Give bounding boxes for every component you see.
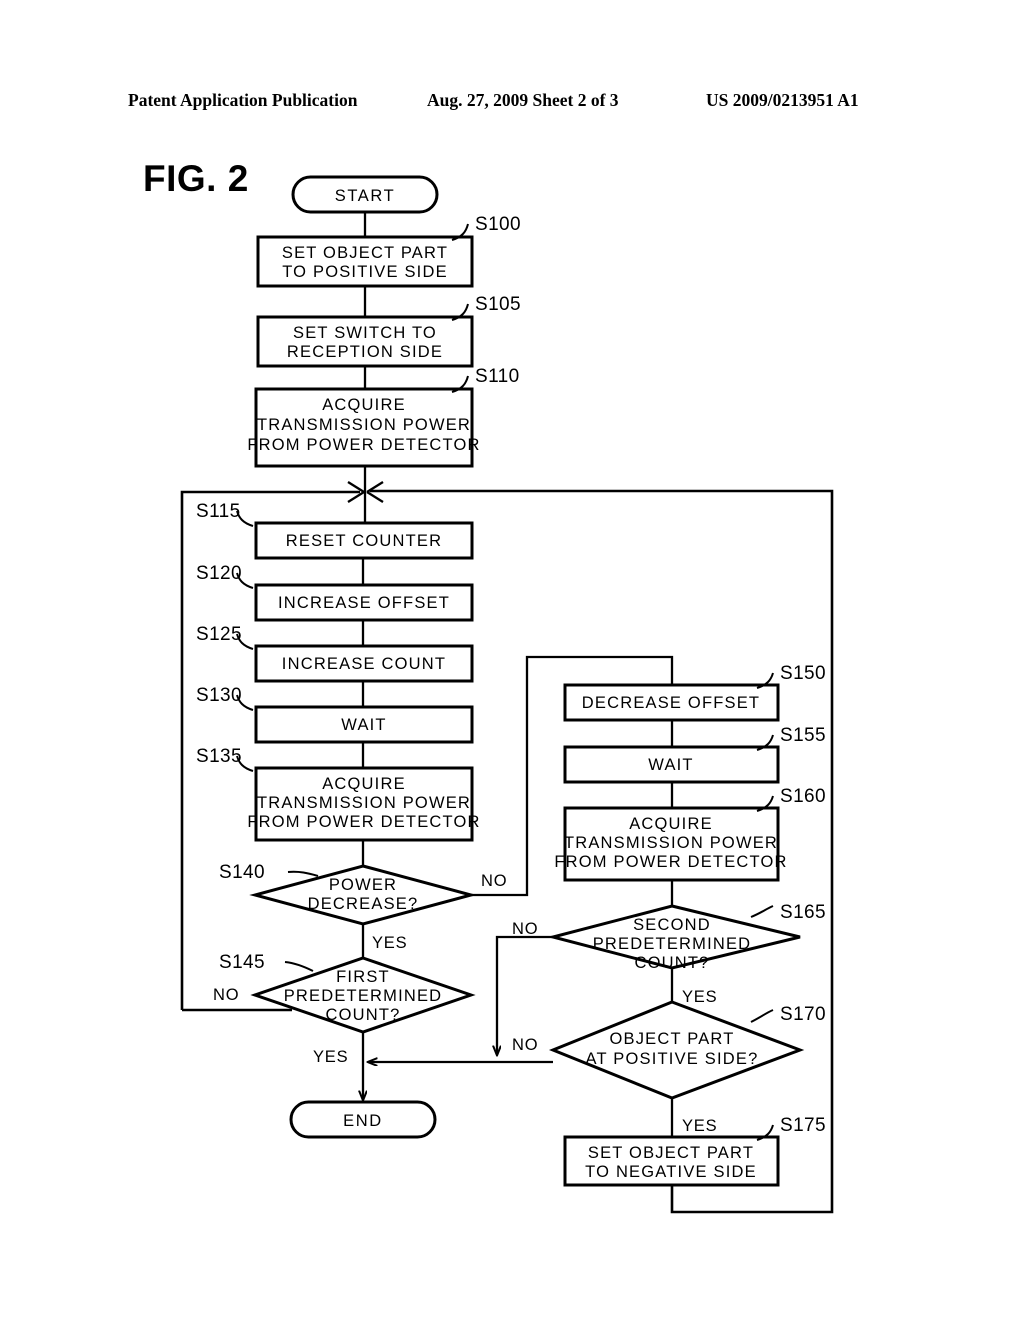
node-s145-line-2: PREDETERMINED	[284, 987, 443, 1005]
node-s100-line-1: SET OBJECT PART	[282, 244, 448, 262]
node-s135: ACQUIRE TRANSMISSION POWER FROM POWER DE…	[247, 766, 480, 842]
patent-page: Patent Application Publication Aug. 27, …	[0, 0, 1024, 1320]
step-label-s175: S175	[780, 1115, 826, 1136]
node-end: END	[289, 1100, 437, 1139]
node-s100: SET OBJECT PART TO POSITIVE SIDE	[256, 235, 474, 288]
node-s155: WAIT	[563, 745, 780, 784]
node-s145-line-1: FIRST	[336, 968, 390, 986]
node-s170-line-1: OBJECT PART	[609, 1030, 734, 1048]
step-label-s115: S115	[196, 501, 241, 522]
node-s175-line-2: TO NEGATIVE SIDE	[585, 1163, 757, 1181]
step-label-s110: S110	[475, 366, 520, 387]
step-label-s125: S125	[196, 624, 242, 645]
step-label-s140: S140	[219, 862, 265, 883]
step-label-s100: S100	[475, 214, 521, 235]
node-s165-yes-label: YES	[682, 988, 717, 1006]
node-s165: SECOND PREDETERMINED COUNT?	[547, 904, 801, 972]
node-s165-line-3: COUNT?	[634, 954, 709, 972]
node-s135-line-2: TRANSMISSION POWER	[257, 794, 471, 812]
node-s160-line-2: TRANSMISSION POWER	[564, 834, 778, 852]
node-s165-no-label: NO	[512, 920, 538, 938]
step-label-s165: S165	[780, 902, 826, 923]
node-s140-line-2: DECREASE?	[308, 895, 419, 913]
step-label-s135: S135	[196, 746, 242, 767]
node-s165-line-1: SECOND	[633, 916, 711, 934]
node-s135-line-1: ACQUIRE	[322, 775, 406, 793]
node-s145-line-3: COUNT?	[325, 1006, 400, 1024]
node-s110-line-3: FROM POWER DETECTOR	[247, 436, 480, 454]
flowchart-canvas: START SET OBJECT PART TO POSITIVE SIDE S…	[180, 175, 834, 1214]
step-label-s105: S105	[475, 294, 521, 315]
node-s140: POWER DECREASE?	[249, 864, 477, 926]
node-start: START	[291, 175, 439, 214]
node-s170-no-label: NO	[512, 1036, 538, 1054]
node-s165-line-2: PREDETERMINED	[593, 935, 752, 953]
node-s105-line-2: RECEPTION SIDE	[287, 343, 443, 361]
node-s160: ACQUIRE TRANSMISSION POWER FROM POWER DE…	[554, 806, 787, 882]
node-s150: DECREASE OFFSET	[563, 683, 780, 722]
node-s100-line-2: TO POSITIVE SIDE	[282, 263, 448, 281]
node-end-label: END	[343, 1112, 383, 1130]
node-s130-line-1: WAIT	[341, 716, 386, 734]
step-label-s160: S160	[780, 786, 826, 807]
node-s170-line-2: AT POSITIVE SIDE?	[586, 1050, 759, 1068]
node-s130: WAIT	[254, 705, 474, 744]
step-label-s170: S170	[780, 1004, 826, 1025]
node-start-label: START	[335, 187, 396, 205]
node-s175: SET OBJECT PART TO NEGATIVE SIDE	[563, 1135, 780, 1187]
node-s120: INCREASE OFFSET	[254, 583, 474, 622]
node-s140-no-label: NO	[481, 872, 507, 890]
node-s145: FIRST PREDETERMINED COUNT?	[250, 956, 476, 1034]
node-s170-yes-label: YES	[682, 1117, 717, 1135]
step-label-s130: S130	[196, 685, 242, 706]
node-s135-line-3: FROM POWER DETECTOR	[247, 813, 480, 831]
node-s115: RESET COUNTER	[254, 521, 474, 560]
node-s120-line-1: INCREASE OFFSET	[278, 594, 450, 612]
node-s145-yes-label: YES	[313, 1048, 348, 1066]
node-s125-line-1: INCREASE COUNT	[282, 655, 446, 673]
node-s110-line-2: TRANSMISSION POWER	[257, 416, 471, 434]
step-label-s155: S155	[780, 725, 826, 746]
node-s160-line-1: ACQUIRE	[629, 815, 713, 833]
node-s110-line-1: ACQUIRE	[322, 396, 406, 414]
node-s160-line-3: FROM POWER DETECTOR	[554, 853, 787, 871]
step-label-s150: S150	[780, 663, 826, 684]
step-label-s120: S120	[196, 563, 242, 584]
node-s150-line-1: DECREASE OFFSET	[582, 694, 760, 712]
node-s145-no-label: NO	[213, 986, 239, 1004]
node-s155-line-1: WAIT	[648, 756, 693, 774]
node-s105-line-1: SET SWITCH TO	[293, 324, 437, 342]
node-s140-line-1: POWER	[329, 876, 397, 894]
node-s125: INCREASE COUNT	[254, 644, 474, 683]
node-s140-yes-label: YES	[372, 934, 407, 952]
node-s175-line-1: SET OBJECT PART	[588, 1144, 754, 1162]
node-s115-line-1: RESET COUNTER	[286, 532, 442, 550]
node-s105: SET SWITCH TO RECEPTION SIDE	[256, 315, 474, 368]
step-label-s145: S145	[219, 952, 265, 973]
node-s110: ACQUIRE TRANSMISSION POWER FROM POWER DE…	[247, 387, 480, 468]
